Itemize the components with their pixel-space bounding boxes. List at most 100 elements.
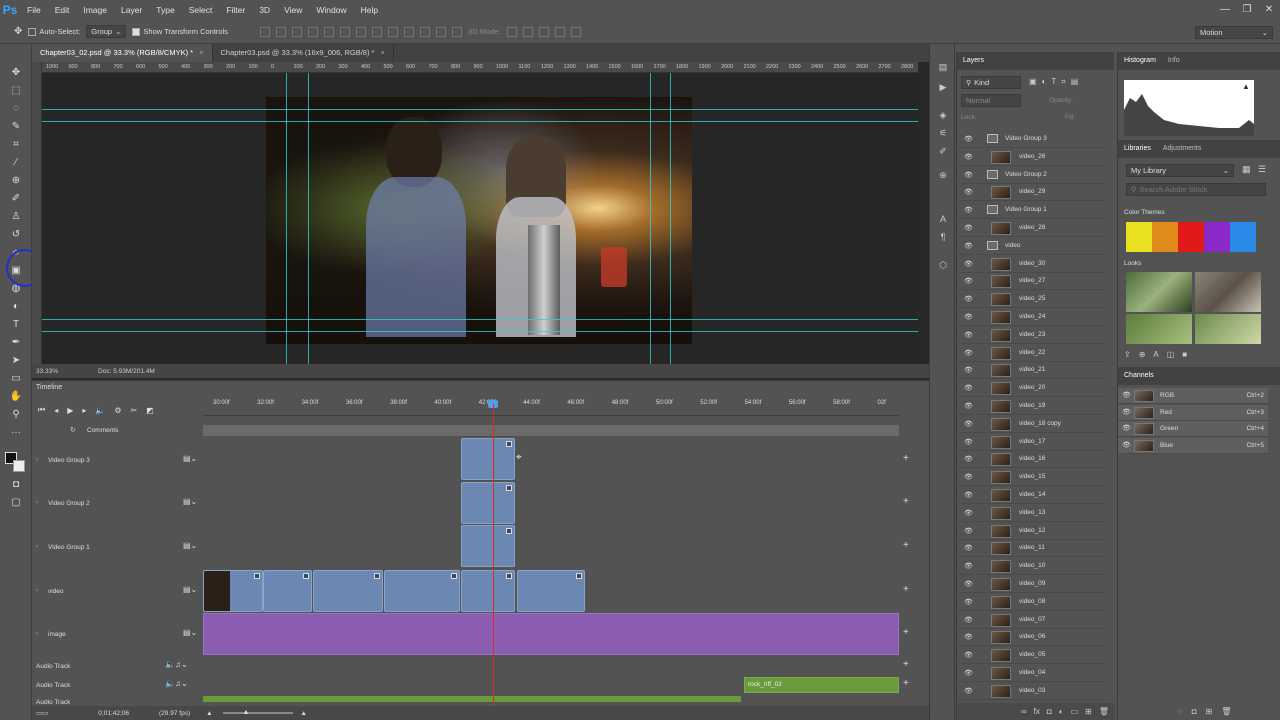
menu-3d[interactable]: 3D [252, 0, 277, 20]
layer-row[interactable]: 👁 video_07 [957, 612, 1107, 629]
menu-image[interactable]: Image [76, 0, 114, 20]
layer-row[interactable]: 👁 video_11 [957, 540, 1107, 558]
3d-rotate-icon[interactable] [506, 26, 517, 37]
layer-row[interactable]: 👁 video_23 [957, 327, 1107, 344]
layer-row[interactable]: 👁 video_28 [957, 220, 1107, 237]
expand-arrow-icon[interactable]: › [36, 588, 38, 594]
visibility-eye-icon[interactable]: 👁 [964, 527, 973, 535]
layer-row[interactable]: 👁 video_16 [957, 451, 1107, 469]
workspace-dropdown[interactable]: Motion ⌄ [1195, 26, 1273, 39]
comments-track[interactable] [203, 425, 899, 436]
stock-search-input[interactable]: ⚲ Search Adobe Stock [1126, 183, 1266, 196]
zoom-slider[interactable]: ▲ [222, 709, 293, 716]
stamp-tool-icon[interactable]: ♙ [8, 210, 24, 224]
history-panel-icon[interactable]: ▤ [937, 62, 949, 74]
layer-row[interactable]: 👁 video_19 [957, 398, 1107, 415]
visibility-eye-icon[interactable]: 👁 [964, 331, 973, 339]
clip-options-icon[interactable] [506, 485, 512, 491]
quick-select-tool-icon[interactable]: ✎ [8, 120, 24, 134]
brush-tool-icon[interactable]: ✐ [8, 192, 24, 206]
timeline-ruler[interactable]: 30:00f32:00f34:00f36:00f38:00f40:00f42:0… [203, 396, 899, 416]
menu-select[interactable]: Select [182, 0, 220, 20]
align-left-icon[interactable] [308, 26, 319, 37]
align-right-icon[interactable] [340, 26, 351, 37]
channel-row[interactable]: 👁 RGB Ctrl+2 [1118, 388, 1268, 404]
layer-group-row[interactable]: 👁 Video Group 1 [957, 202, 1107, 220]
layer-row[interactable]: 👁 video_03 [957, 683, 1107, 700]
video-clip[interactable] [384, 570, 460, 612]
distribute-right-icon[interactable] [436, 26, 447, 37]
visibility-eye-icon[interactable]: 👁 [964, 384, 973, 392]
close-icon[interactable]: × [199, 48, 203, 57]
3d-slide-icon[interactable] [554, 26, 565, 37]
healing-tool-icon[interactable]: ⊕ [8, 174, 24, 188]
layer-row[interactable]: 👁 video_26 [957, 149, 1107, 166]
add-mask-icon[interactable]: ◘ [1047, 707, 1052, 716]
layer-row[interactable]: 👁 video_21 [957, 362, 1107, 380]
visibility-eye-icon[interactable]: 👁 [964, 580, 973, 588]
visibility-eye-icon[interactable]: 👁 [964, 633, 973, 641]
visibility-eye-icon[interactable]: 👁 [964, 491, 973, 499]
playhead-line[interactable] [493, 404, 494, 708]
distribute-vcenter-icon[interactable] [372, 26, 383, 37]
expand-arrow-icon[interactable]: › [36, 631, 38, 637]
history-brush-tool-icon[interactable]: ↺ [8, 228, 24, 242]
visibility-eye-icon[interactable]: 👁 [964, 206, 973, 214]
visibility-eye-icon[interactable]: 👁 [964, 473, 973, 481]
channel-row[interactable]: 👁 Blue Ctrl+5 [1118, 437, 1268, 454]
align-bottom-icon[interactable] [292, 26, 303, 37]
visibility-eye-icon[interactable]: 👁 [964, 616, 973, 624]
layer-row[interactable]: 👁 video_27 [957, 273, 1107, 291]
background-color-swatch[interactable] [13, 460, 25, 472]
close-button[interactable]: ✕ [1258, 0, 1280, 20]
visibility-eye-icon[interactable]: 👁 [964, 295, 973, 303]
visibility-eye-icon[interactable]: 👁 [964, 224, 973, 232]
look-thumbnail[interactable] [1126, 272, 1192, 312]
blend-mode-dropdown[interactable]: Normal [961, 94, 1021, 107]
guide-horizontal[interactable] [42, 109, 918, 110]
layer-row[interactable]: 👁 video_13 [957, 505, 1107, 522]
color-swatch[interactable] [1152, 222, 1178, 252]
lasso-tool-icon[interactable]: ◌ [8, 102, 24, 116]
guide-vertical[interactable] [308, 73, 309, 364]
film-strip-icon[interactable]: ▤⌄ [183, 541, 197, 550]
canvas[interactable] [42, 73, 918, 364]
character-panel-icon[interactable]: A [937, 214, 949, 226]
hand-tool-icon[interactable]: ✋ [8, 390, 24, 404]
previous-frame-icon[interactable]: ◂ [54, 406, 58, 415]
visibility-eye-icon[interactable]: 👁 [964, 651, 973, 659]
tab-adjustments[interactable]: Adjustments [1163, 140, 1202, 158]
add-audio-plus-icon[interactable]: + [903, 678, 909, 689]
move-tool-icon[interactable]: ✥ [8, 66, 24, 80]
slider-thumb-icon[interactable]: ▲ [243, 709, 250, 716]
layer-row[interactable]: 👁 video_06 [957, 629, 1107, 647]
minimize-button[interactable]: — [1214, 0, 1236, 20]
expand-arrow-icon[interactable]: › [36, 500, 38, 506]
maximize-button[interactable]: ❐ [1236, 0, 1258, 20]
layer-filter-icons[interactable]: ▣◐T⌗▤ [1029, 77, 1083, 87]
audio-clip[interactable] [203, 696, 741, 702]
color-swatch[interactable] [1126, 222, 1152, 252]
film-strip-icon[interactable]: ▤⌄ [183, 585, 197, 594]
add-media-plus-icon[interactable]: + [903, 540, 909, 551]
layer-row[interactable]: 👁 video_24 [957, 309, 1107, 326]
video-clip[interactable] [313, 570, 383, 612]
visibility-eye-icon[interactable]: 👁 [964, 135, 973, 143]
clip-options-icon[interactable] [303, 573, 309, 579]
marquee-tool-icon[interactable]: ⬚ [8, 84, 24, 98]
layer-group-row[interactable]: 👁 Video Group 2 [957, 167, 1107, 184]
adjustments-icon[interactable]: ⚟ [937, 128, 949, 140]
film-strip-icon[interactable]: ▤⌄ [183, 628, 197, 637]
color-swatch[interactable] [1204, 222, 1230, 252]
next-frame-icon[interactable]: ▸ [82, 406, 86, 415]
eyedropper-tool-icon[interactable]: ⁄ [8, 156, 24, 170]
3d-roll-icon[interactable] [522, 26, 533, 37]
visibility-eye-icon[interactable]: 👁 [1122, 424, 1131, 432]
guide-vertical[interactable] [670, 73, 671, 364]
3d-scale-icon[interactable] [570, 26, 581, 37]
layer-row[interactable]: 👁 video_08 [957, 594, 1107, 611]
brush-settings-icon[interactable]: ✐ [937, 146, 949, 158]
library-dropdown[interactable]: My Library ⌄ [1126, 164, 1234, 177]
video-clip[interactable] [263, 570, 312, 612]
channel-row[interactable]: 👁 Green Ctrl+4 [1118, 421, 1268, 437]
